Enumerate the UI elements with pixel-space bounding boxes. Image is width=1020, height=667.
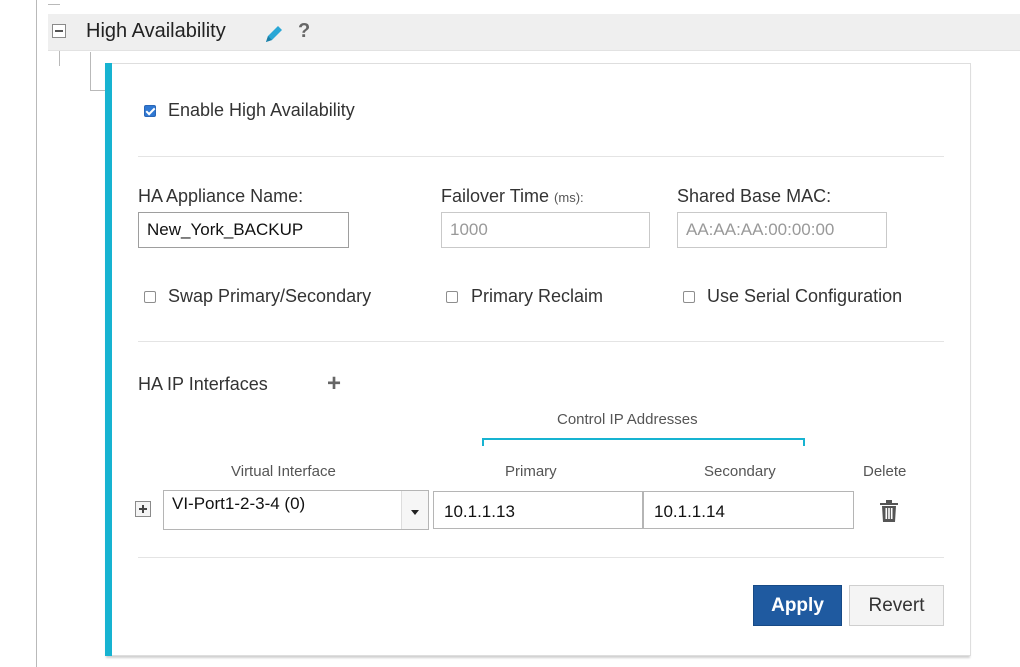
reclaim-checkbox[interactable]	[446, 291, 458, 303]
apply-button[interactable]: Apply	[753, 585, 842, 626]
dropdown-arrow-icon[interactable]	[401, 491, 428, 529]
panel-accent-bar	[105, 63, 112, 656]
pencil-icon[interactable]	[262, 22, 286, 46]
virtual-interface-value: VI-Port1-2-3-4 (0)	[172, 494, 306, 513]
virtual-interface-select[interactable]: VI-Port1-2-3-4 (0)	[163, 490, 429, 530]
appliance-name-label: HA Appliance Name:	[138, 186, 304, 206]
ha-config-panel	[105, 63, 971, 656]
failover-time-label: Failover Time (ms):	[441, 186, 584, 207]
failover-time-label-text: Failover Time	[441, 186, 550, 206]
primary-ip-input[interactable]: 10.1.1.13	[433, 491, 643, 529]
tree-line	[90, 52, 91, 90]
collapse-toggle-icon[interactable]	[52, 24, 66, 38]
enable-ha-checkbox[interactable]	[144, 105, 156, 117]
col-secondary: Secondary	[704, 463, 776, 480]
shared-mac-input[interactable]: AA:AA:AA:00:00:00	[677, 212, 887, 248]
section-title: High Availability	[86, 20, 226, 42]
swap-label: Swap Primary/Secondary	[168, 286, 372, 306]
appliance-name-input[interactable]: New_York_BACKUP	[138, 212, 349, 248]
divider	[138, 341, 944, 342]
col-primary: Primary	[505, 463, 557, 480]
secondary-ip-input[interactable]: 10.1.1.14	[643, 491, 854, 529]
swap-checkbox[interactable]	[144, 291, 156, 303]
enable-ha-label: Enable High Availability	[168, 100, 355, 120]
serial-label: Use Serial Configuration	[707, 286, 903, 306]
failover-time-unit: (ms):	[554, 190, 584, 205]
tree-line	[48, 4, 60, 5]
expand-row-icon[interactable]	[135, 501, 151, 517]
trash-icon[interactable]	[879, 499, 899, 523]
reclaim-label: Primary Reclaim	[471, 286, 604, 306]
interfaces-title: HA IP Interfaces	[138, 374, 268, 394]
revert-button[interactable]: Revert	[849, 585, 944, 626]
control-ip-header: Control IP Addresses	[557, 411, 698, 428]
add-interface-button[interactable]: +	[327, 370, 341, 398]
col-virtual-interface: Virtual Interface	[231, 463, 336, 480]
col-delete: Delete	[863, 463, 907, 480]
serial-checkbox[interactable]	[683, 291, 695, 303]
help-icon[interactable]: ?	[298, 20, 310, 43]
tree-line	[36, 0, 37, 667]
control-ip-bracket	[482, 438, 805, 446]
failover-time-input[interactable]: 1000	[441, 212, 650, 248]
tree-line	[90, 90, 106, 91]
divider	[138, 156, 944, 157]
shared-mac-label: Shared Base MAC:	[677, 186, 832, 206]
divider	[138, 557, 944, 558]
